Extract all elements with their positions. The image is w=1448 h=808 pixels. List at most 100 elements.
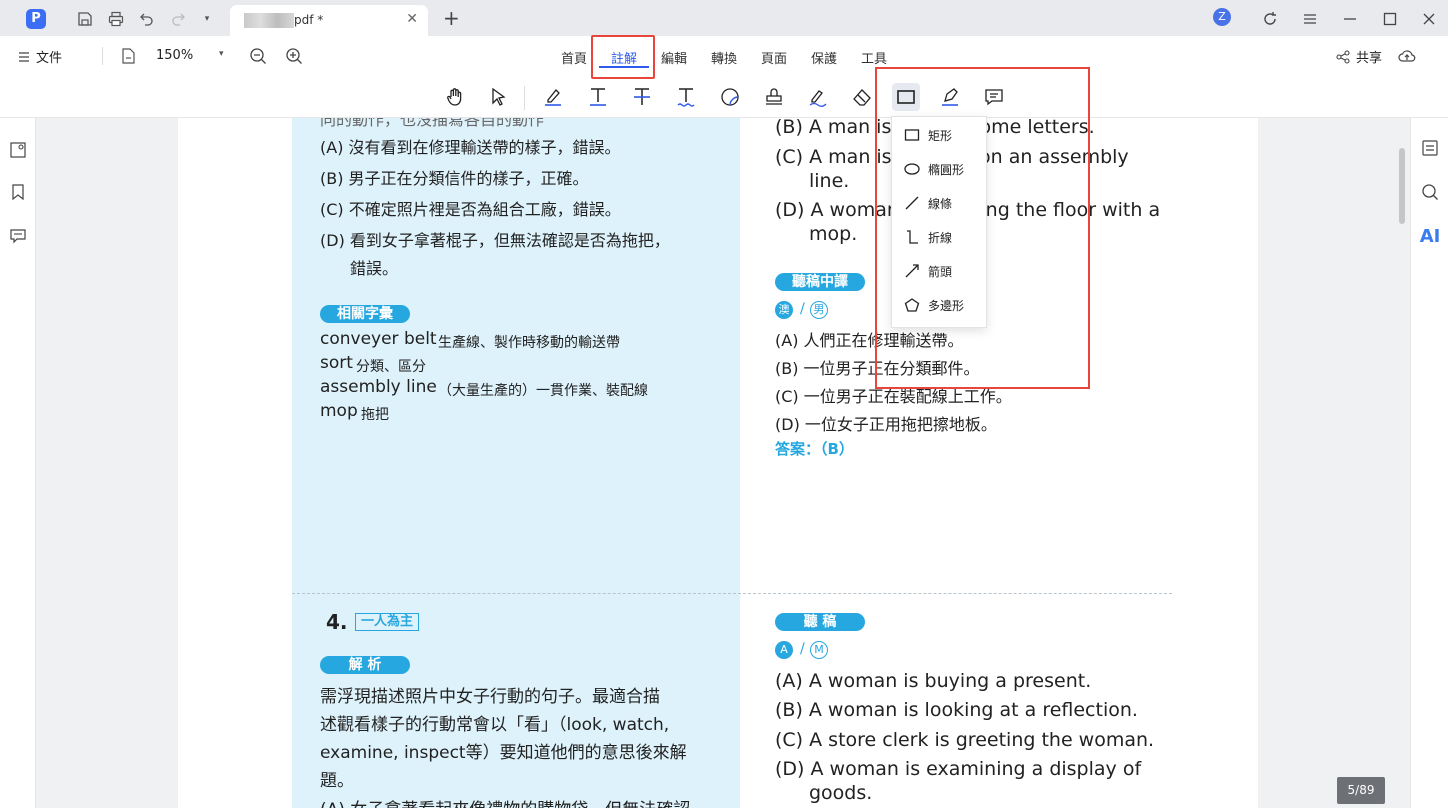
file-menu-label: 文件: [36, 51, 63, 66]
menu-bar: 文件 150% ▾ 首頁 註解 編輯 轉換 頁面 保護 工具 共享: [0, 36, 1448, 76]
left-sidebar: [0, 118, 36, 808]
vocab-word: conveyer belt: [320, 329, 437, 349]
analysis-line: 題。: [320, 771, 354, 791]
save-icon[interactable]: [74, 8, 96, 30]
vocab-meaning: 拖把: [361, 407, 389, 423]
vocab-title: 相關字彙: [320, 305, 410, 323]
menu-divider: [102, 47, 103, 65]
zoom-in-icon[interactable]: [283, 45, 305, 67]
page-fit-icon[interactable]: [117, 45, 139, 67]
tab-title: pdf *: [294, 13, 324, 27]
toolbar-divider: [524, 86, 525, 110]
zoom-level[interactable]: 150%: [156, 48, 193, 63]
question-number: 4.: [326, 610, 348, 634]
menu-icon[interactable]: [1299, 8, 1321, 30]
question-divider: [292, 593, 1172, 594]
user-avatar[interactable]: Z: [1213, 8, 1231, 26]
title-bar: P ▾ pdf * ✕ + Z: [0, 0, 1448, 36]
sync-icon[interactable]: [1259, 8, 1281, 30]
close-window-icon[interactable]: [1418, 8, 1440, 30]
undo-icon[interactable]: [136, 8, 158, 30]
quick-access-dropdown-icon[interactable]: ▾: [196, 8, 218, 30]
squiggly-text-icon[interactable]: [672, 83, 700, 111]
zoom-dropdown-icon[interactable]: ▾: [219, 49, 224, 59]
page-counter: 5/89: [1337, 777, 1385, 804]
analysis-line: 需浮現描述照片中女子行動的句子。最適合描: [320, 687, 660, 707]
script-option-b: (B) A woman is looking at a reflection.: [775, 699, 1138, 721]
eraser-icon[interactable]: [848, 83, 876, 111]
speaker-slash: /: [800, 641, 805, 657]
tab-home[interactable]: 首頁: [561, 48, 587, 67]
thumbnails-icon[interactable]: [8, 140, 28, 160]
answer-label: 答案：（B）: [775, 440, 854, 458]
stamp-icon[interactable]: [760, 83, 788, 111]
tab-page[interactable]: 頁面: [761, 48, 787, 67]
select-arrow-icon[interactable]: [484, 83, 512, 111]
analysis-title: 解 析: [320, 656, 410, 674]
pdf-editor-window: P ▾ pdf * ✕ + Z 文件 150% ▾ 首頁 註解 編輯 轉換 頁面…: [0, 0, 1448, 808]
document-tab[interactable]: pdf * ✕: [230, 5, 428, 36]
vocab-word: mop: [320, 401, 358, 421]
analysis-option-b: (B) 男子正在分類信件的樣子，正確。: [320, 169, 589, 188]
tab-close-icon[interactable]: ✕: [406, 11, 418, 27]
zoom-out-icon[interactable]: [247, 45, 269, 67]
strikethrough-icon[interactable]: [628, 83, 656, 111]
script-option-d: (D) A woman is examining a display of: [775, 758, 1142, 780]
tab-convert[interactable]: 轉換: [711, 48, 737, 67]
script-option-d-cont: goods.: [809, 782, 873, 804]
hand-icon[interactable]: [441, 83, 469, 111]
script-option-c-cont: line.: [809, 170, 850, 192]
vocab-word: sort: [320, 353, 353, 373]
new-tab-icon[interactable]: +: [443, 6, 460, 30]
bookmark-icon[interactable]: [8, 182, 28, 202]
translation-d: (D) 一位女子正用拖把擦地板。: [775, 415, 997, 434]
minimize-icon[interactable]: [1339, 8, 1361, 30]
analysis-line: 述觀看樣子的行動常會以「看」（look, watch,: [320, 715, 670, 735]
tab-blurred-filename: [244, 13, 294, 28]
analysis-line: examine, inspect等）要知道他們的意思後來解: [320, 743, 687, 763]
cloud-upload-icon[interactable]: [1396, 45, 1418, 67]
search-icon[interactable]: [1420, 182, 1440, 202]
speaker-badge-filled: A: [775, 641, 793, 659]
tab-protect[interactable]: 保護: [811, 48, 837, 67]
share-icon: [1336, 49, 1350, 64]
comments-panel-icon[interactable]: [8, 226, 28, 246]
clipped-line: 同的動作，也沒描寫各自的動作: [320, 118, 545, 129]
right-sidebar: AI: [1410, 118, 1448, 808]
share-label: 共享: [1356, 51, 1383, 66]
print-icon[interactable]: [105, 8, 127, 30]
vertical-scrollbar[interactable]: [1399, 148, 1405, 224]
pdf-page: 同的動作，也沒描寫各自的動作 (A) 沒有看到在修理輸送帶的樣子，錯誤。 (B)…: [178, 118, 1258, 808]
maximize-icon[interactable]: [1379, 8, 1401, 30]
tab-edit[interactable]: 編輯: [661, 48, 687, 67]
analysis-option-d-cont: 錯誤。: [350, 259, 399, 278]
script-option-d-cont: mop.: [809, 223, 858, 245]
tab-tools[interactable]: 工具: [861, 48, 887, 67]
sticky-eraser-icon[interactable]: [716, 83, 744, 111]
properties-panel-icon[interactable]: [1420, 138, 1440, 158]
speaker-badge-outline: M: [810, 641, 828, 659]
annotate-tab-highlight: [591, 35, 655, 79]
highlight-icon[interactable]: [539, 83, 567, 111]
script-option-c: (C) A store clerk is greeting the woman.: [775, 729, 1155, 751]
vocab-word: assembly line: [320, 377, 437, 397]
speaker-badge-outline: 男: [810, 301, 828, 319]
analysis-option-d: (D) 看到女子拿著棍子，但無法確認是否為拖把，: [320, 231, 670, 250]
annotation-toolbar: [0, 76, 1448, 118]
analysis-line: (A) 女子拿著看起來像禮物的購物袋，但無法確認: [320, 795, 690, 808]
signature-icon[interactable]: [804, 83, 832, 111]
vocab-meaning: （大量生產的）一貫作業、裝配線: [438, 383, 648, 399]
file-menu[interactable]: 文件: [18, 47, 62, 66]
ai-assistant-icon[interactable]: AI: [1420, 226, 1441, 247]
underline-text-icon[interactable]: [584, 83, 612, 111]
vocab-meaning: 生產線、製作時移動的輸送帶: [438, 335, 620, 351]
redo-icon[interactable]: [167, 8, 189, 30]
question-tag: 一人為主: [355, 613, 420, 631]
vocab-meaning: 分類、區分: [356, 359, 426, 375]
script-title: 聽 稿: [775, 613, 865, 631]
hamburger-icon: [19, 51, 29, 62]
speaker-slash: /: [800, 301, 805, 317]
shapes-menu-highlight: [875, 67, 1090, 389]
script-option-a: (A) A woman is buying a present.: [775, 670, 1092, 692]
share-button[interactable]: 共享: [1336, 47, 1382, 66]
